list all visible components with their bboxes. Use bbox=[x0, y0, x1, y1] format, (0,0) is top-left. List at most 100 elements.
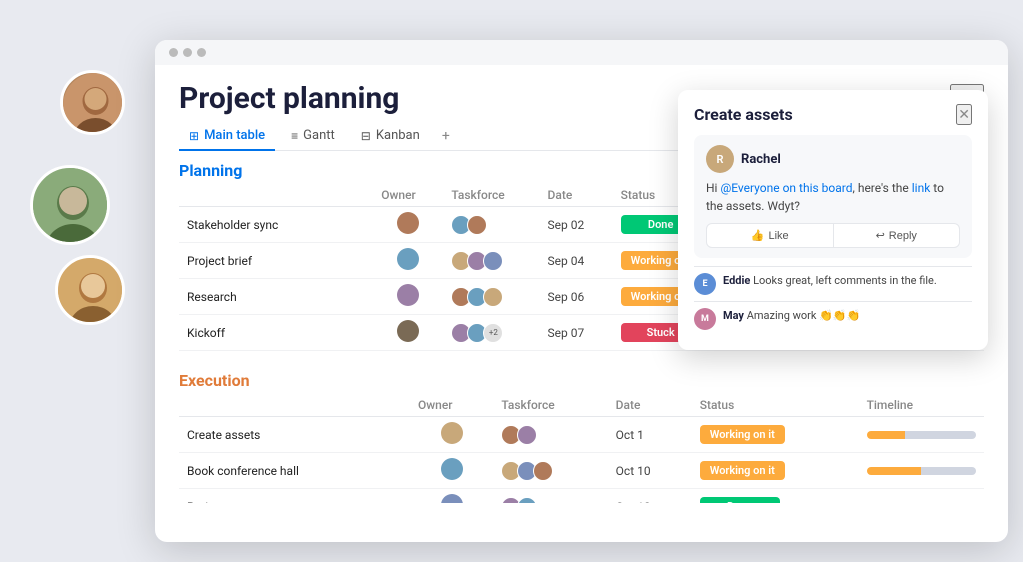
main-table-icon: ⊞ bbox=[189, 129, 199, 143]
avatar-top bbox=[60, 70, 125, 135]
date-cell: Sep 07 bbox=[540, 315, 613, 351]
table-row: Project sync Oct 12 Done bbox=[179, 489, 984, 504]
taskforce-cell bbox=[443, 243, 539, 279]
reply-text-eddie: Eddie Looks great, left comments in the … bbox=[723, 273, 937, 288]
col-status-execution: Status bbox=[692, 394, 859, 417]
reply-block-may: M May Amazing work 👏👏👏 bbox=[694, 301, 972, 336]
page-title: Project planning bbox=[179, 81, 399, 116]
reply-button[interactable]: ↩ Reply bbox=[834, 223, 961, 248]
reply-block-eddie: E Eddie Looks great, left comments in th… bbox=[694, 266, 972, 301]
owner-cell bbox=[410, 417, 493, 453]
group-label-execution: Execution bbox=[179, 371, 250, 390]
task-name: Research bbox=[179, 279, 373, 315]
timeline-empty bbox=[938, 503, 976, 504]
col-timeline-execution: Timeline bbox=[859, 394, 984, 417]
status-badge: Working on it bbox=[700, 425, 785, 444]
reply-avatar-eddie: E bbox=[694, 273, 716, 295]
avatar bbox=[397, 284, 419, 306]
status-cell: Done bbox=[692, 489, 859, 504]
col-date-execution: Date bbox=[608, 394, 692, 417]
status-cell: Working on it bbox=[692, 417, 859, 453]
tab-kanban-label: Kanban bbox=[376, 128, 420, 143]
add-tab-button[interactable]: + bbox=[436, 124, 456, 148]
reply-avatar-may: M bbox=[694, 308, 716, 330]
tf-avatar bbox=[517, 497, 537, 504]
date-cell: Sep 04 bbox=[540, 243, 613, 279]
taskforce-cell bbox=[443, 207, 539, 243]
task-name: Stakeholder sync bbox=[179, 207, 373, 243]
owner-cell bbox=[373, 243, 443, 279]
avatar-middle bbox=[30, 165, 110, 245]
popup-close-button[interactable]: ✕ bbox=[956, 104, 972, 125]
avatar bbox=[441, 458, 463, 480]
comment-avatar: R bbox=[706, 145, 734, 173]
timeline-cell bbox=[859, 489, 984, 504]
comment-author: Rachel bbox=[741, 152, 781, 167]
taskforce-cell bbox=[443, 279, 539, 315]
tf-avatar bbox=[517, 425, 537, 445]
window-dot-1 bbox=[169, 48, 178, 57]
col-owner-planning: Owner bbox=[373, 184, 443, 207]
like-label: Like bbox=[769, 230, 789, 242]
comment-actions: 👍 Like ↩ Reply bbox=[706, 223, 960, 248]
owner-cell bbox=[373, 279, 443, 315]
table-row: Book conference hall Oct 10 Working bbox=[179, 453, 984, 489]
comment-text-2: , here's the bbox=[853, 181, 912, 195]
taskforce-cell bbox=[493, 453, 607, 489]
timeline-cell bbox=[859, 417, 984, 453]
timeline-filled bbox=[867, 467, 922, 475]
task-name: Kickoff bbox=[179, 315, 373, 351]
timeline-bar bbox=[867, 431, 976, 439]
date-cell: Oct 12 bbox=[608, 489, 692, 504]
tab-gantt-label: Gantt bbox=[303, 128, 335, 143]
comment-mention[interactable]: @Everyone on this board bbox=[720, 181, 852, 195]
like-button[interactable]: 👍 Like bbox=[706, 223, 834, 248]
col-taskforce-planning: Taskforce bbox=[443, 184, 539, 207]
reply-label: Reply bbox=[889, 230, 917, 242]
group-label-planning: Planning bbox=[179, 161, 242, 180]
task-name: Create assets bbox=[179, 417, 410, 453]
tf-avatar bbox=[483, 287, 503, 307]
tf-avatar bbox=[483, 251, 503, 271]
status-cell: Working on it bbox=[692, 453, 859, 489]
timeline-empty bbox=[921, 467, 976, 475]
taskforce-cell bbox=[493, 489, 607, 504]
avatar bbox=[397, 212, 419, 234]
owner-cell bbox=[410, 453, 493, 489]
timeline-bar bbox=[867, 467, 976, 475]
kanban-icon: ⊟ bbox=[361, 129, 371, 143]
avatar bbox=[441, 494, 463, 503]
timeline-cell bbox=[859, 453, 984, 489]
avatar bbox=[441, 422, 463, 444]
comment-link[interactable]: link bbox=[912, 181, 931, 195]
execution-table: Owner Taskforce Date Status Timeline Cre… bbox=[179, 394, 984, 503]
tab-kanban[interactable]: ⊟ Kanban bbox=[351, 122, 430, 151]
tab-main-table-label: Main table bbox=[204, 128, 265, 143]
gantt-icon: ≡ bbox=[291, 129, 298, 143]
reply-text-may: May Amazing work 👏👏👏 bbox=[723, 308, 860, 323]
reply-icon: ↩ bbox=[876, 229, 885, 242]
owner-cell bbox=[373, 315, 443, 351]
comment-author-row: R Rachel bbox=[706, 145, 960, 173]
timeline-filled bbox=[867, 431, 905, 439]
comment-popup: Create assets ✕ R Rachel Hi @Everyone on… bbox=[678, 90, 988, 350]
date-cell: Oct 10 bbox=[608, 453, 692, 489]
col-task-execution bbox=[179, 394, 410, 417]
tab-main-table[interactable]: ⊞ Main table bbox=[179, 122, 275, 151]
comment-block: R Rachel Hi @Everyone on this board, her… bbox=[694, 135, 972, 258]
timeline-empty bbox=[905, 431, 976, 439]
main-window: Project planning ··· ⊞ Main table ≡ Gant… bbox=[155, 40, 1008, 542]
task-name: Project sync bbox=[179, 489, 410, 504]
comment-text: Hi @Everyone on this board, here's the l… bbox=[706, 179, 960, 215]
avatar bbox=[397, 248, 419, 270]
status-badge: Done bbox=[700, 497, 780, 503]
comment-text-1: Hi bbox=[706, 181, 720, 195]
avatar-bottom bbox=[55, 255, 125, 325]
date-cell: Sep 02 bbox=[540, 207, 613, 243]
date-cell: Oct 1 bbox=[608, 417, 692, 453]
tab-gantt[interactable]: ≡ Gantt bbox=[281, 122, 345, 151]
like-icon: 👍 bbox=[751, 229, 765, 242]
taskforce-count: +2 bbox=[483, 323, 503, 343]
reply-content-eddie: Looks great, left comments in the file. bbox=[753, 274, 937, 287]
col-taskforce-execution: Taskforce bbox=[493, 394, 607, 417]
